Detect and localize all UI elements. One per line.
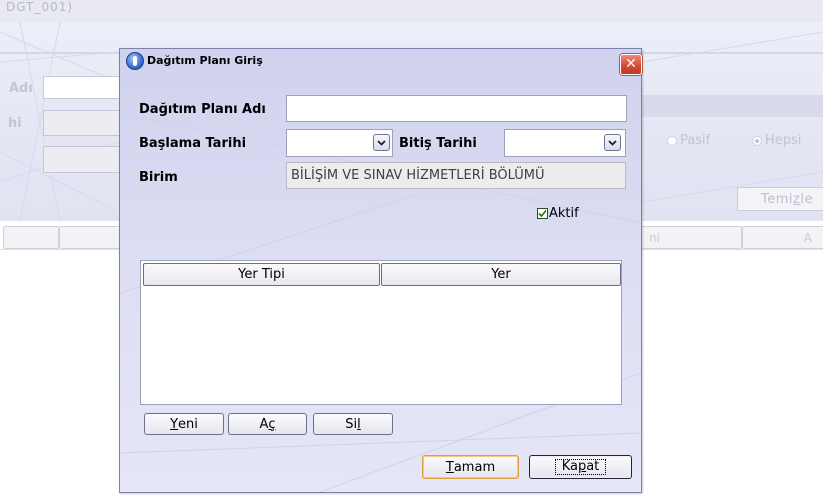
background-column-label: ni bbox=[649, 230, 660, 245]
radio-selected-icon bbox=[752, 135, 762, 146]
plan-name-label: Dağıtım Planı Adı bbox=[139, 102, 266, 117]
dagitim-plani-dialog: Dağıtım Planı Giriş ✕ Dağıtım Planı Adı … bbox=[119, 48, 642, 493]
start-date-dropdown-button[interactable] bbox=[373, 134, 390, 151]
background-clear-button[interactable]: Temi z le bbox=[737, 187, 823, 211]
close-dialog-text-b: at bbox=[586, 459, 600, 474]
background-radio-pasif[interactable]: Pasif bbox=[667, 133, 710, 148]
start-date-combo[interactable] bbox=[286, 129, 393, 157]
ok-button-text: amam bbox=[453, 459, 496, 475]
open-button[interactable]: Aç bbox=[228, 413, 307, 435]
background-column-header[interactable] bbox=[3, 226, 59, 249]
active-checkbox-label: Aktif bbox=[549, 206, 579, 221]
close-button[interactable]: ✕ bbox=[620, 54, 642, 75]
dialog-title: Dağıtım Planı Giriş bbox=[147, 54, 263, 67]
background-column-label: A bbox=[803, 230, 812, 245]
background-date-label: hi bbox=[8, 116, 22, 131]
close-dialog-mnemonic: p bbox=[577, 459, 587, 474]
background-date-input[interactable] bbox=[43, 110, 123, 136]
background-column-header[interactable] bbox=[59, 226, 121, 249]
column-header-yer[interactable]: Yer bbox=[381, 263, 621, 286]
chevron-down-icon bbox=[377, 139, 386, 146]
end-date-label: Bitiş Tarihi bbox=[399, 136, 477, 151]
background-radio-hepsi[interactable]: Hepsi bbox=[752, 133, 801, 148]
background-name-input[interactable] bbox=[43, 76, 123, 99]
delete-button-text: Si bbox=[345, 416, 358, 432]
start-date-label: Başlama Tarihi bbox=[139, 136, 247, 151]
close-dialog-text-a: Ka bbox=[561, 459, 578, 474]
checkbox-box bbox=[537, 208, 548, 219]
ok-button[interactable]: Tamam bbox=[422, 455, 519, 479]
background-radio-hepsi-label: Hepsi bbox=[765, 133, 802, 148]
background-name-label: Adı bbox=[9, 81, 33, 96]
end-date-combo[interactable] bbox=[504, 129, 626, 157]
plan-name-input[interactable] bbox=[286, 95, 627, 122]
column-header-yer-tipi[interactable]: Yer Tipi bbox=[143, 263, 380, 286]
active-checkbox[interactable]: Aktif bbox=[537, 206, 579, 221]
close-icon: ✕ bbox=[625, 56, 637, 72]
background-window-title: DGT_001) bbox=[6, 0, 74, 14]
background-column-header[interactable]: A bbox=[742, 226, 823, 249]
background-radio-pasif-label: Pasif bbox=[680, 133, 711, 148]
delete-button-mnemonic: l bbox=[357, 416, 361, 432]
dialog-title-bar[interactable]: Dağıtım Planı Giriş ✕ bbox=[120, 49, 642, 75]
background-title-strip bbox=[0, 0, 823, 22]
close-dialog-button[interactable]: Kapat bbox=[529, 455, 632, 479]
location-table[interactable]: Yer Tipi Yer bbox=[140, 260, 622, 405]
radio-circle-icon bbox=[667, 135, 677, 146]
end-date-dropdown-button[interactable] bbox=[604, 134, 621, 151]
new-button[interactable]: Yeni bbox=[144, 413, 224, 435]
checkmark-icon bbox=[538, 209, 547, 218]
new-button-mnemonic: Y bbox=[170, 416, 179, 432]
background-column-header[interactable]: ni bbox=[640, 226, 742, 249]
clear-button-mnemonic: z bbox=[793, 191, 801, 207]
open-button-text: A bbox=[259, 416, 269, 432]
new-button-text: eni bbox=[178, 416, 198, 432]
clear-button-text-a: Temi bbox=[761, 191, 794, 207]
open-button-mnemonic: ç bbox=[268, 416, 276, 432]
app-icon bbox=[126, 52, 144, 70]
background-header-strip bbox=[640, 95, 823, 117]
chevron-down-icon bbox=[608, 139, 617, 146]
clear-button-text-b: le bbox=[800, 191, 813, 207]
close-dialog-focus-rect: Kapat bbox=[554, 459, 607, 475]
unit-field: BİLİŞİM VE SINAV HİZMETLERİ BÖLÜMÜ bbox=[286, 162, 626, 189]
unit-label: Birim bbox=[139, 170, 178, 185]
delete-button[interactable]: Si l bbox=[313, 413, 393, 435]
ok-button-mnemonic: T bbox=[445, 459, 454, 475]
background-unit-input[interactable] bbox=[43, 146, 123, 173]
